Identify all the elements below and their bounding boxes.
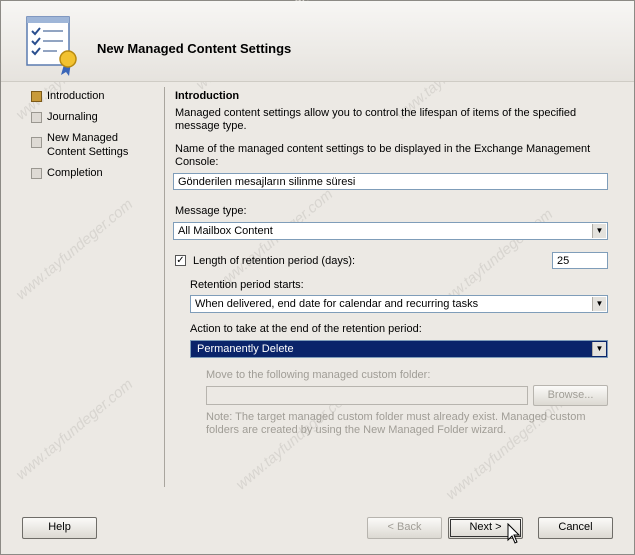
wizard-header: New Managed Content Settings <box>1 1 634 82</box>
page-heading: Introduction <box>175 90 240 102</box>
retention-starts-value: When delivered, end date for calendar an… <box>195 298 479 310</box>
step-bullet-icon <box>31 168 42 179</box>
step-label: New Managed Content Settings <box>47 132 129 158</box>
wizard-title: New Managed Content Settings <box>97 41 292 56</box>
step-list: Introduction Journaling New Managed Cont… <box>29 89 159 187</box>
retention-action-select[interactable]: Permanently Delete ▼ <box>190 340 608 358</box>
divider <box>164 87 165 487</box>
retention-label: Length of retention period (days): <box>193 255 356 267</box>
retention-checkbox[interactable]: ✓ <box>175 255 186 266</box>
dropdown-arrow-icon[interactable]: ▼ <box>592 342 606 356</box>
watermark: www.tayfundeger.com <box>12 195 137 304</box>
retention-starts-select[interactable]: When delivered, end date for calendar an… <box>190 295 608 313</box>
step-bullet-icon <box>31 137 42 148</box>
browse-button[interactable]: Browse... <box>533 385 608 406</box>
step-label: Completion <box>47 167 103 179</box>
move-folder-input[interactable] <box>206 386 528 405</box>
step-bullet-icon <box>31 112 42 123</box>
step-completion[interactable]: Completion <box>29 166 159 186</box>
name-label: Name of the managed content settings to … <box>175 143 591 168</box>
dropdown-arrow-icon[interactable]: ▼ <box>592 297 606 311</box>
checklist-certificate-icon <box>26 16 77 76</box>
move-folder-note: Note: The target managed custom folder m… <box>206 411 586 436</box>
step-label: Journaling <box>47 111 98 123</box>
message-type-select[interactable]: All Mailbox Content ▼ <box>173 222 608 240</box>
retention-days-input[interactable]: 25 <box>552 252 608 269</box>
message-type-value: All Mailbox Content <box>178 225 273 237</box>
step-new-managed-content-settings[interactable]: New Managed Content Settings <box>29 131 159 165</box>
wizard-window: www.tayfundeger.com www.tayfundeger.com … <box>0 0 635 555</box>
retention-action-value: Permanently Delete <box>195 342 296 356</box>
help-button[interactable]: Help <box>22 517 97 539</box>
cancel-button[interactable]: Cancel <box>538 517 613 539</box>
back-button[interactable]: < Back <box>367 517 442 539</box>
message-type-label: Message type: <box>175 205 247 217</box>
dropdown-arrow-icon[interactable]: ▼ <box>592 224 606 238</box>
step-label: Introduction <box>47 90 105 102</box>
mouse-cursor-icon <box>507 523 521 544</box>
name-input[interactable]: Gönderilen mesajların silinme süresi <box>173 173 608 190</box>
step-active-bullet-icon <box>31 91 42 102</box>
step-journaling[interactable]: Journaling <box>29 110 159 130</box>
intro-description: Managed content settings allow you to co… <box>175 107 577 132</box>
move-folder-label: Move to the following managed custom fol… <box>206 369 431 381</box>
watermark: www.tayfundeger.com <box>12 375 137 484</box>
retention-starts-label: Retention period starts: <box>190 279 304 291</box>
step-introduction[interactable]: Introduction <box>29 89 159 109</box>
retention-action-label: Action to take at the end of the retenti… <box>190 323 422 335</box>
